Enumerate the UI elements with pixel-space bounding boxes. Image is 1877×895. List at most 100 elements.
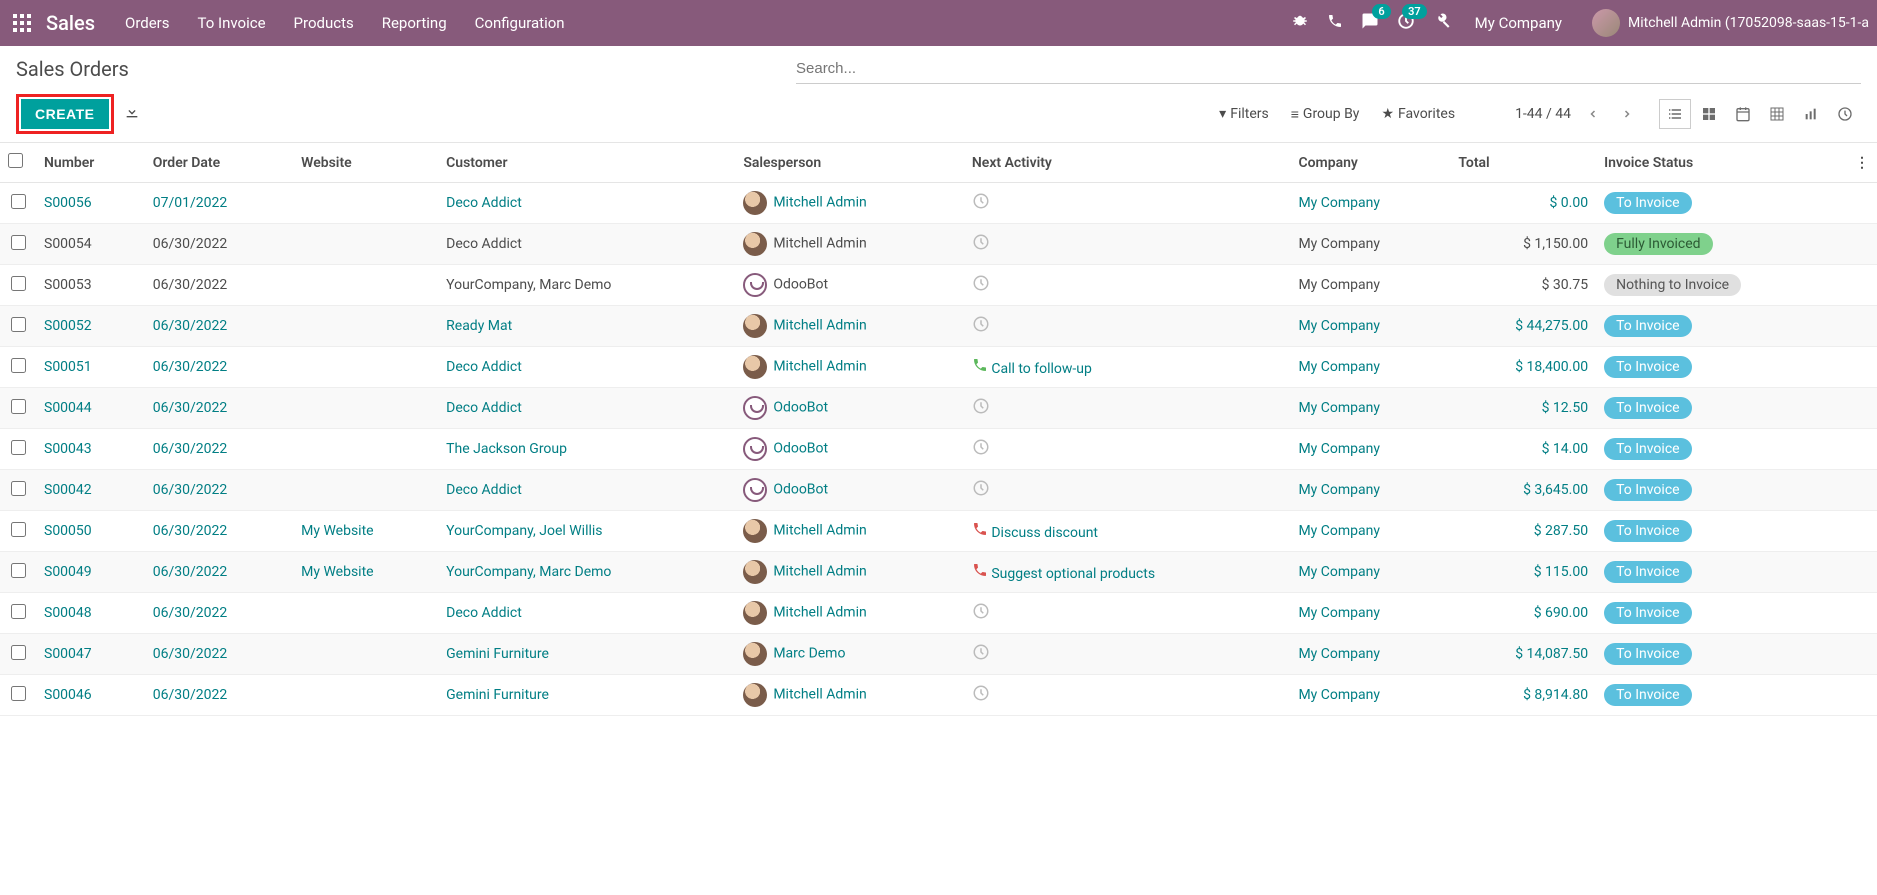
view-pivot-icon[interactable] — [1761, 99, 1793, 129]
row-checkbox[interactable] — [11, 522, 26, 537]
row-checkbox[interactable] — [11, 686, 26, 701]
activity-clock-icon[interactable] — [972, 444, 990, 460]
cell-date[interactable]: 06/30/2022 — [153, 236, 228, 252]
row-checkbox[interactable] — [11, 194, 26, 209]
activity-clock-icon[interactable] — [972, 690, 990, 706]
table-row[interactable]: S0004206/30/2022Deco AddictOdooBot My Co… — [0, 470, 1877, 511]
table-row[interactable]: S0005206/30/2022Ready MatMitchell Admin … — [0, 306, 1877, 347]
cell-date[interactable]: 06/30/2022 — [153, 400, 228, 416]
cell-customer[interactable]: Deco Addict — [446, 236, 522, 252]
activity-phone-icon[interactable] — [972, 525, 988, 541]
apps-icon[interactable] — [8, 9, 36, 37]
cell-number[interactable]: S00048 — [44, 605, 92, 621]
cell-total[interactable]: $ 8,914.80 — [1523, 687, 1588, 703]
cell-total[interactable]: $ 18,400.00 — [1515, 359, 1588, 375]
search-box[interactable] — [796, 54, 1861, 84]
cell-customer[interactable]: Deco Addict — [446, 605, 522, 621]
menu-to-invoice[interactable]: To Invoice — [198, 14, 266, 32]
view-kanban-icon[interactable] — [1693, 99, 1725, 129]
cell-salesperson[interactable]: OdooBot — [773, 400, 828, 416]
tools-icon[interactable] — [1433, 12, 1451, 34]
cell-date[interactable]: 06/30/2022 — [153, 605, 228, 621]
col-website[interactable]: Website — [293, 143, 438, 183]
cell-total[interactable]: $ 115.00 — [1534, 564, 1588, 580]
cell-customer[interactable]: YourCompany, Marc Demo — [446, 564, 611, 580]
cell-date[interactable]: 06/30/2022 — [153, 523, 228, 539]
cell-company[interactable]: My Company — [1298, 646, 1380, 662]
cell-company[interactable]: My Company — [1298, 400, 1380, 416]
cell-total[interactable]: $ 1,150.00 — [1523, 236, 1588, 252]
cell-company[interactable]: My Company — [1298, 441, 1380, 457]
pager-prev[interactable] — [1581, 102, 1605, 126]
cell-number[interactable]: S00043 — [44, 441, 92, 457]
col-invoice-status[interactable]: Invoice Status — [1596, 143, 1847, 183]
activity-clock-icon[interactable] — [972, 649, 990, 665]
cell-salesperson[interactable]: OdooBot — [773, 482, 828, 498]
cell-salesperson[interactable]: OdooBot — [773, 441, 828, 457]
cell-website[interactable]: My Website — [301, 564, 373, 580]
row-checkbox[interactable] — [11, 440, 26, 455]
menu-orders[interactable]: Orders — [125, 14, 170, 32]
view-list-icon[interactable] — [1659, 99, 1691, 129]
select-all-checkbox[interactable] — [8, 153, 23, 168]
cell-activity[interactable]: Suggest optional products — [991, 566, 1155, 582]
cell-date[interactable]: 06/30/2022 — [153, 482, 228, 498]
groupby-button[interactable]: ≡ Group By — [1291, 106, 1360, 123]
activity-clock-icon[interactable] — [972, 403, 990, 419]
col-total[interactable]: Total — [1450, 143, 1596, 183]
user-menu[interactable]: Mitchell Admin (17052098-saas-15-1-a — [1592, 9, 1869, 37]
search-input[interactable] — [796, 60, 1861, 77]
create-button[interactable]: CREATE — [21, 99, 109, 129]
cell-customer[interactable]: Ready Mat — [446, 318, 512, 334]
cell-company[interactable]: My Company — [1298, 318, 1380, 334]
table-row[interactable]: S00050 06/30/2022 My Website YourCompany, J… — [0, 511, 1877, 552]
cell-total[interactable]: $ 690.00 — [1534, 605, 1588, 621]
cell-number[interactable]: S00054 — [44, 236, 92, 252]
activity-clock-icon[interactable] — [972, 321, 990, 337]
col-next-activity[interactable]: Next Activity — [964, 143, 1291, 183]
cell-customer[interactable]: Gemini Furniture — [446, 646, 549, 662]
cell-company[interactable]: My Company — [1298, 523, 1380, 539]
cell-number[interactable]: S00052 — [44, 318, 92, 334]
col-order-date[interactable]: Order Date — [145, 143, 293, 183]
view-activity-icon[interactable] — [1829, 99, 1861, 129]
cell-company[interactable]: My Company — [1298, 277, 1380, 293]
table-row[interactable]: S0005306/30/2022YourCompany, Marc DemoOd… — [0, 265, 1877, 306]
table-row[interactable]: S0004606/30/2022Gemini FurnitureMitchell… — [0, 675, 1877, 716]
cell-customer[interactable]: The Jackson Group — [446, 441, 567, 457]
cell-number[interactable]: S00049 — [44, 564, 92, 580]
row-checkbox[interactable] — [11, 604, 26, 619]
cell-website[interactable]: My Website — [301, 523, 373, 539]
cell-customer[interactable]: YourCompany, Joel Willis — [446, 523, 602, 539]
cell-date[interactable]: 06/30/2022 — [153, 564, 228, 580]
cell-company[interactable]: My Company — [1298, 195, 1380, 211]
cell-company[interactable]: My Company — [1298, 482, 1380, 498]
cell-total[interactable]: $ 30.75 — [1542, 277, 1589, 293]
cell-number[interactable]: S00044 — [44, 400, 92, 416]
activity-icon[interactable]: 37 — [1397, 12, 1415, 34]
row-checkbox[interactable] — [11, 481, 26, 496]
activity-phone-icon[interactable] — [972, 361, 988, 377]
cell-number[interactable]: S00047 — [44, 646, 92, 662]
view-calendar-icon[interactable] — [1727, 99, 1759, 129]
cell-total[interactable]: $ 287.50 — [1534, 523, 1588, 539]
cell-customer[interactable]: Deco Addict — [446, 400, 522, 416]
cell-number[interactable]: S00050 — [44, 523, 92, 539]
cell-date[interactable]: 06/30/2022 — [153, 359, 228, 375]
cell-activity[interactable]: Call to follow-up — [991, 361, 1092, 377]
cell-customer[interactable]: Deco Addict — [446, 359, 522, 375]
menu-reporting[interactable]: Reporting — [382, 14, 447, 32]
table-row[interactable]: S0005607/01/2022Deco AddictMitchell Admi… — [0, 183, 1877, 224]
cell-number[interactable]: S00053 — [44, 277, 92, 293]
cell-number[interactable]: S00051 — [44, 359, 92, 375]
cell-total[interactable]: $ 44,275.00 — [1515, 318, 1588, 334]
cell-salesperson[interactable]: Mitchell Admin — [773, 195, 866, 211]
activity-clock-icon[interactable] — [972, 485, 990, 501]
filters-button[interactable]: ▾ Filters — [1219, 106, 1269, 122]
cell-date[interactable]: 06/30/2022 — [153, 687, 228, 703]
cell-salesperson[interactable]: Mitchell Admin — [773, 523, 866, 539]
table-row[interactable]: S00044 06/30/2022 Deco Addict OdooBot My Co… — [0, 388, 1877, 429]
cell-date[interactable]: 06/30/2022 — [153, 441, 228, 457]
cell-salesperson[interactable]: Mitchell Admin — [773, 564, 866, 580]
cell-activity[interactable]: Discuss discount — [991, 525, 1098, 541]
